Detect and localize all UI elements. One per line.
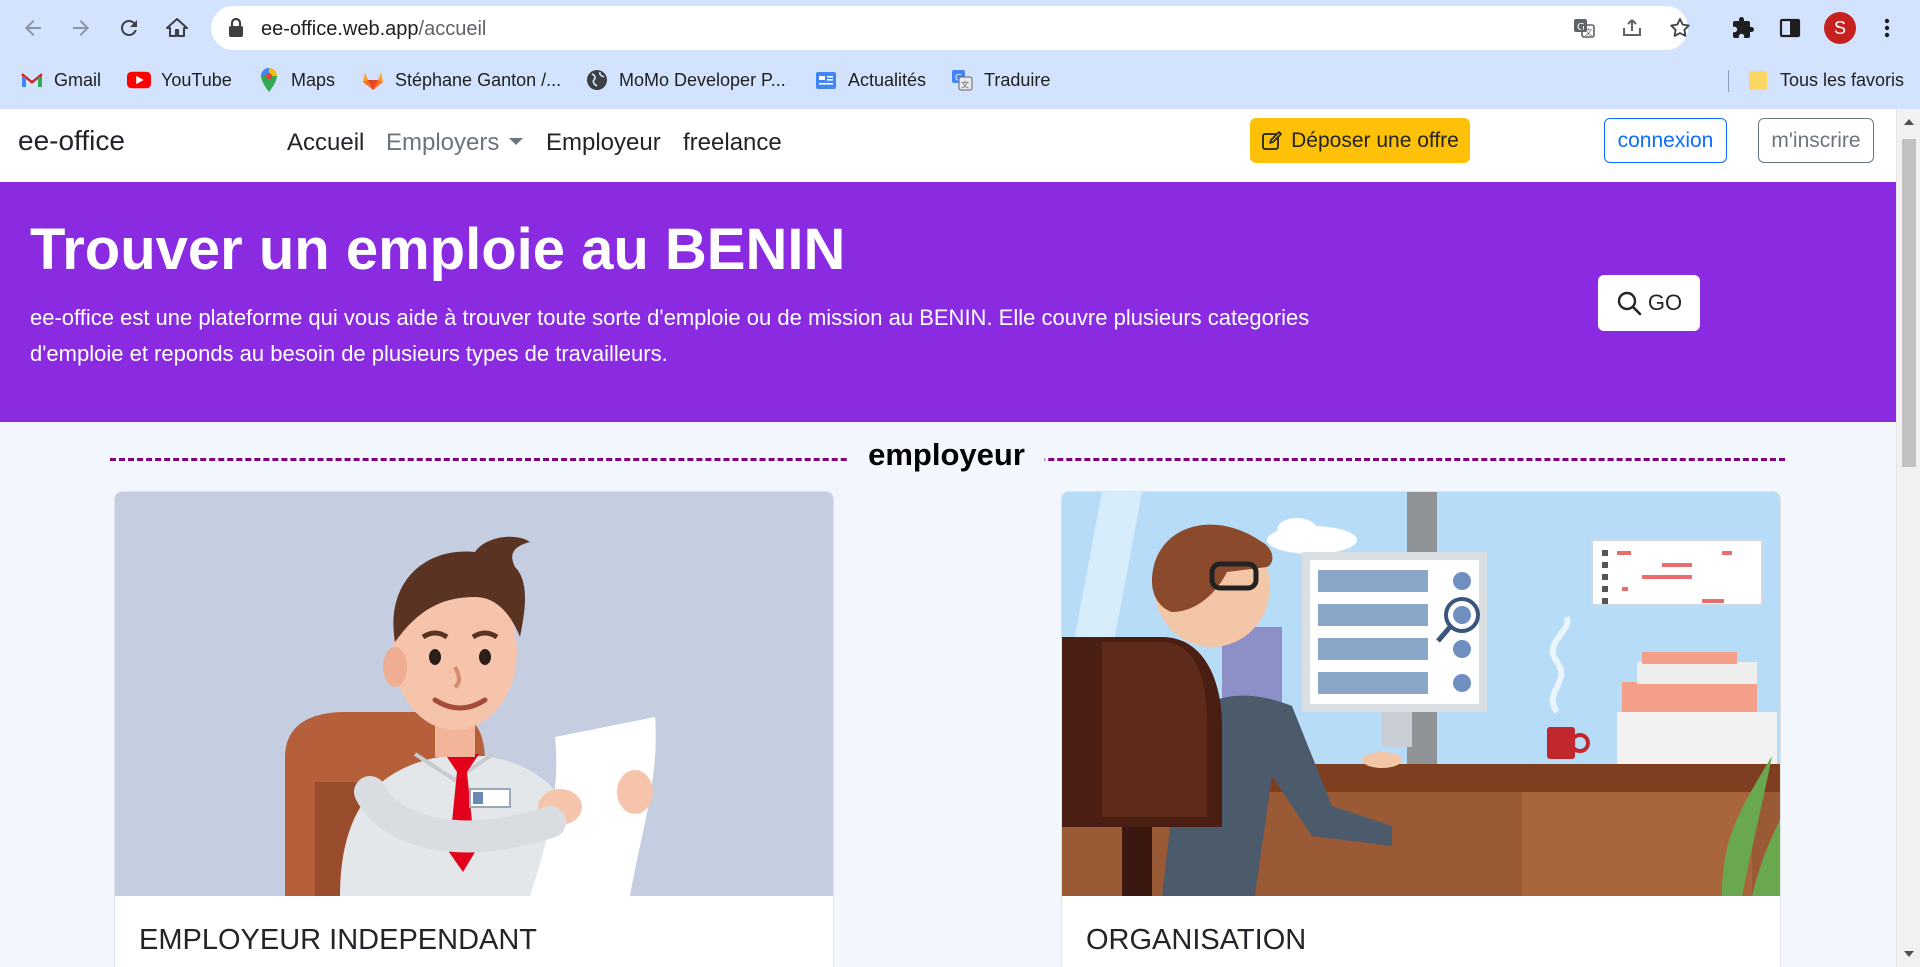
scroll-down-icon[interactable] — [1904, 951, 1914, 957]
bookmark-gitlab[interactable]: Stéphane Ganton /... — [361, 68, 561, 92]
url-path: /accueil — [418, 18, 487, 40]
youtube-icon — [127, 68, 151, 92]
hero-description: ee-office est une plateforme qui vous ai… — [30, 305, 1310, 366]
translate-icon: G文 — [950, 68, 974, 92]
svg-text:文: 文 — [1585, 27, 1593, 37]
side-panel-icon[interactable] — [1774, 12, 1806, 44]
scrollbar-thumb[interactable] — [1902, 139, 1916, 467]
bookmark-label: MoMo Developer P... — [619, 69, 786, 90]
extensions-icon[interactable] — [1727, 12, 1759, 44]
browser-chrome: ee-office.web.app/accueil G文 S Gmail You… — [0, 0, 1920, 109]
reload-button[interactable] — [111, 10, 147, 46]
bookmarks-divider — [1728, 70, 1729, 92]
globe-icon — [585, 68, 609, 92]
page-scrollbar[interactable] — [1896, 109, 1920, 967]
bookmark-label: Tous les favoris — [1780, 69, 1905, 90]
go-label: GO — [1647, 290, 1683, 315]
edit-icon — [1262, 130, 1282, 150]
bookmark-traduire[interactable]: G文 Traduire — [950, 68, 1050, 92]
bookmark-all-favorites[interactable]: Tous les favoris — [1746, 68, 1904, 92]
folder-icon — [1746, 68, 1770, 92]
web-page: ee-office Accueil Employers Employeur fr… — [0, 109, 1896, 967]
news-icon — [814, 68, 838, 92]
bookmark-actualites[interactable]: Actualités — [814, 68, 926, 92]
lock-icon — [229, 17, 243, 37]
home-icon — [166, 18, 188, 37]
arrow-left-icon — [25, 20, 41, 36]
url-host: ee-office.web.app — [261, 18, 419, 40]
bookmark-star-icon[interactable] — [1667, 15, 1693, 41]
caret-down-icon — [509, 138, 524, 145]
hero-title: Trouver un emploie au BENIN — [30, 217, 846, 282]
register-button[interactable]: m'inscrire — [1758, 118, 1874, 163]
nav-employers-label: Employers — [386, 129, 500, 156]
home-button[interactable] — [159, 10, 195, 46]
bookmark-gmail[interactable]: Gmail — [20, 68, 101, 92]
svg-text:文: 文 — [961, 80, 969, 90]
browser-toolbar: ee-office.web.app/accueil G文 S — [0, 0, 1920, 56]
section-title: employeur — [848, 427, 1045, 483]
translate-page-icon[interactable]: G文 — [1571, 15, 1597, 41]
menu-kebab-icon[interactable] — [1871, 12, 1903, 44]
site-navbar: ee-office Accueil Employers Employeur fr… — [0, 109, 1896, 182]
hero-banner: Trouver un emploie au BENIN ee-office es… — [0, 182, 1896, 422]
gitlab-icon — [361, 68, 385, 92]
card-title: ORGANISATION — [1086, 924, 1307, 956]
post-offer-label: Déposer une offre — [1291, 128, 1459, 152]
reload-icon — [120, 19, 137, 36]
gmail-icon — [20, 68, 44, 92]
arrow-right-icon — [73, 20, 89, 36]
back-button[interactable] — [15, 10, 51, 46]
bookmark-maps[interactable]: Maps — [257, 68, 335, 92]
bookmark-label: Stéphane Ganton /... — [395, 69, 562, 90]
businessman-illustration — [115, 492, 833, 896]
search-icon — [1617, 291, 1642, 316]
nav-employeur[interactable]: Employeur — [546, 129, 661, 157]
nav-employers-dropdown[interactable]: Employers — [386, 129, 524, 157]
office-worker-illustration — [1062, 492, 1780, 896]
login-button[interactable]: connexion — [1604, 118, 1727, 163]
card-organisation[interactable]: ORGANISATION — [1061, 491, 1781, 967]
profile-avatar[interactable]: S — [1824, 12, 1856, 44]
nav-freelance[interactable]: freelance — [683, 129, 782, 157]
address-bar[interactable]: ee-office.web.app/accueil G文 — [211, 6, 1690, 50]
url-text: ee-office.web.app/accueil — [261, 18, 486, 41]
bookmark-label: Traduire — [984, 69, 1051, 90]
maps-icon — [257, 68, 281, 92]
card-title: EMPLOYEUR INDEPENDANT — [139, 924, 538, 956]
bookmark-label: Actualités — [848, 69, 927, 90]
go-search-button[interactable]: GO — [1598, 275, 1700, 331]
share-icon[interactable] — [1619, 15, 1645, 41]
post-offer-button[interactable]: Déposer une offre — [1250, 118, 1470, 163]
scroll-up-icon[interactable] — [1904, 119, 1914, 125]
forward-button[interactable] — [63, 10, 99, 46]
bookmark-label: Gmail — [54, 69, 102, 90]
bookmark-momo[interactable]: MoMo Developer P... — [585, 68, 786, 92]
card-employeur-independant[interactable]: EMPLOYEUR INDEPENDANT — [114, 491, 834, 967]
bookmark-label: YouTube — [161, 69, 232, 90]
bookmark-label: Maps — [291, 69, 336, 90]
bookmark-youtube[interactable]: YouTube — [127, 68, 232, 92]
site-brand[interactable]: ee-office — [18, 125, 125, 157]
bookmarks-bar: Gmail YouTube Maps Stéphane Ganton /... … — [0, 58, 1920, 102]
nav-accueil[interactable]: Accueil — [287, 129, 364, 157]
